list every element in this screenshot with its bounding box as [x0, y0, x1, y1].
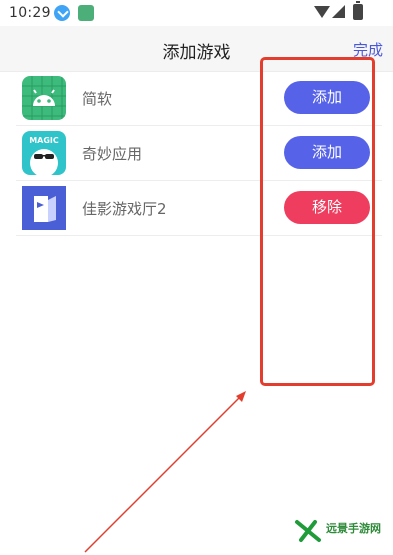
annotation-arrow	[84, 391, 246, 553]
watermark-text: 远景手游网	[326, 522, 381, 535]
watermark-logo	[295, 520, 321, 542]
